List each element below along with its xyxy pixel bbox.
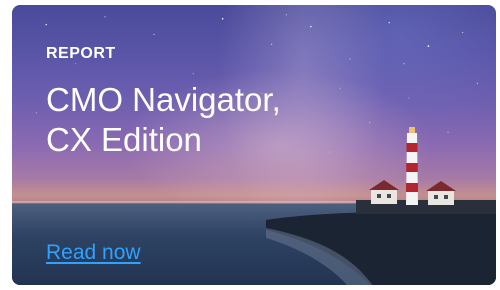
card-title: CMO Navigator, CX Edition [46,80,366,160]
read-now-link[interactable]: Read now [46,241,141,265]
shoreline-image [266,200,496,285]
report-label: REPORT [46,45,116,62]
house-icon [369,180,399,204]
card-title-line-2: CX Edition [46,121,202,158]
report-card[interactable]: REPORT CMO Navigator, CX Edition Read no… [12,5,496,285]
house-icon [426,181,456,205]
card-title-line-1: CMO Navigator, [46,81,281,118]
lighthouse-icon [406,127,418,205]
